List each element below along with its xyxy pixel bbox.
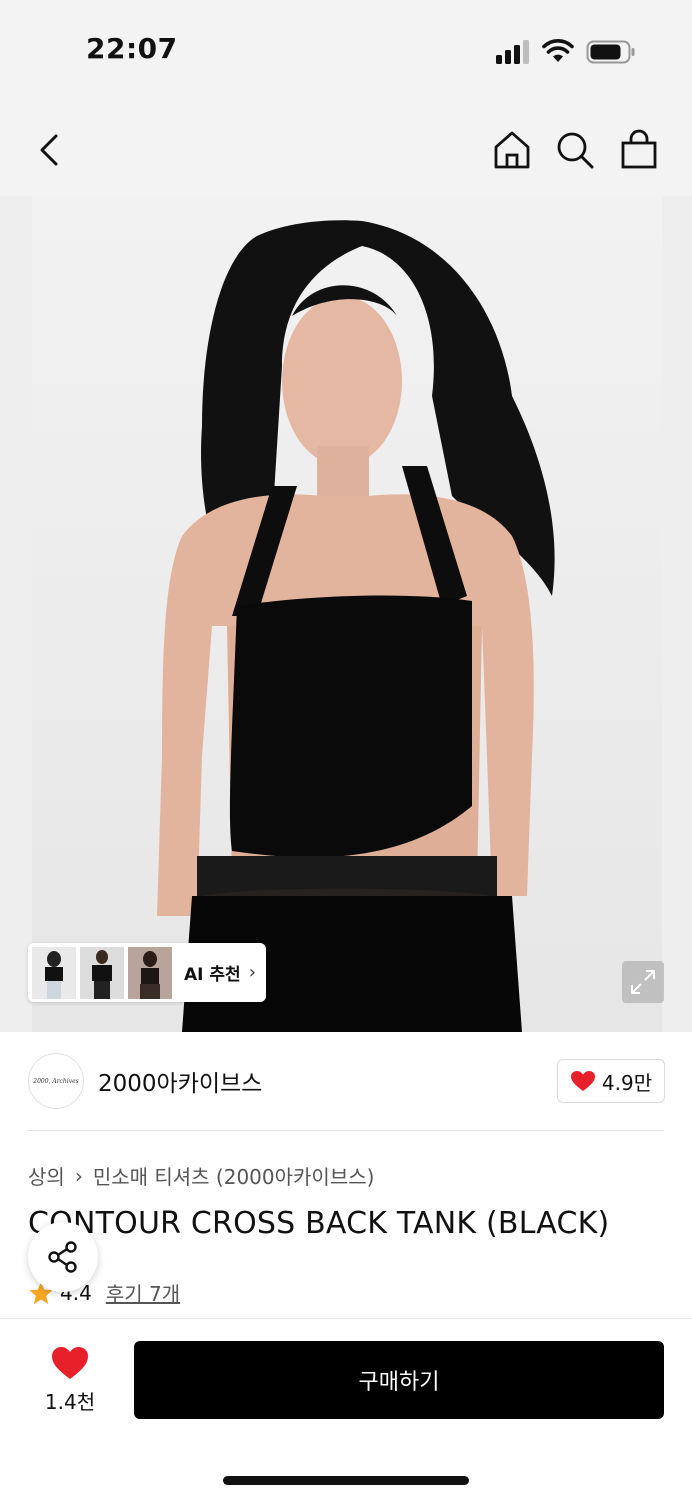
status-time: 22:07 (86, 32, 178, 65)
expand-image-icon[interactable] (622, 961, 664, 1003)
seller-logo[interactable]: 2000, Archives (28, 1053, 84, 1109)
seller-like-count: 4.9만 (601, 1070, 653, 1095)
breadcrumb-category[interactable]: 상의 (28, 1161, 65, 1190)
heart-icon (570, 1071, 595, 1091)
share-icon (48, 1241, 77, 1273)
seller-like-button[interactable]: 4.9만 (557, 1059, 665, 1103)
recommend-thumbnail-1[interactable] (32, 946, 76, 999)
seller-name[interactable]: 2000아카이브스 (98, 1064, 262, 1098)
wishlist-count: 1.4천 (44, 1390, 96, 1414)
battery-icon (586, 40, 635, 64)
wishlist-heart-icon[interactable] (50, 1345, 90, 1381)
breadcrumb: 상의 › 민소매 티셔츠 (2000아카이브스) (28, 1161, 374, 1190)
chevron-right-icon: › (248, 962, 256, 983)
breadcrumb-separator-icon: › (74, 1163, 83, 1188)
home-indicator[interactable] (223, 1476, 469, 1485)
search-icon[interactable] (553, 128, 597, 172)
back-arrow-icon[interactable] (28, 128, 72, 172)
recommend-thumbnail-3[interactable] (128, 946, 172, 999)
buy-button[interactable]: 구매하기 (134, 1341, 664, 1419)
recommend-thumbnail-2[interactable] (80, 946, 124, 999)
product-title: CONTOUR CROSS BACK TANK (BLACK) (28, 1206, 610, 1241)
cellular-signal-icon (496, 40, 529, 64)
section-divider (28, 1130, 664, 1131)
shopping-bag-icon[interactable] (617, 128, 661, 172)
reviews-link[interactable]: 후기 7개 (106, 1278, 180, 1307)
bottom-bar-divider (0, 1318, 692, 1319)
product-photo[interactable] (32, 196, 662, 1032)
ai-recommend-label: AI 추천 (184, 965, 241, 985)
wifi-icon (542, 39, 574, 62)
ai-recommend-button[interactable]: AI 추천 › (28, 943, 266, 1002)
breadcrumb-subcategory[interactable]: 민소매 티셔츠 (2000아카이브스) (93, 1161, 375, 1190)
share-button[interactable] (28, 1222, 98, 1292)
home-icon[interactable] (490, 128, 534, 172)
